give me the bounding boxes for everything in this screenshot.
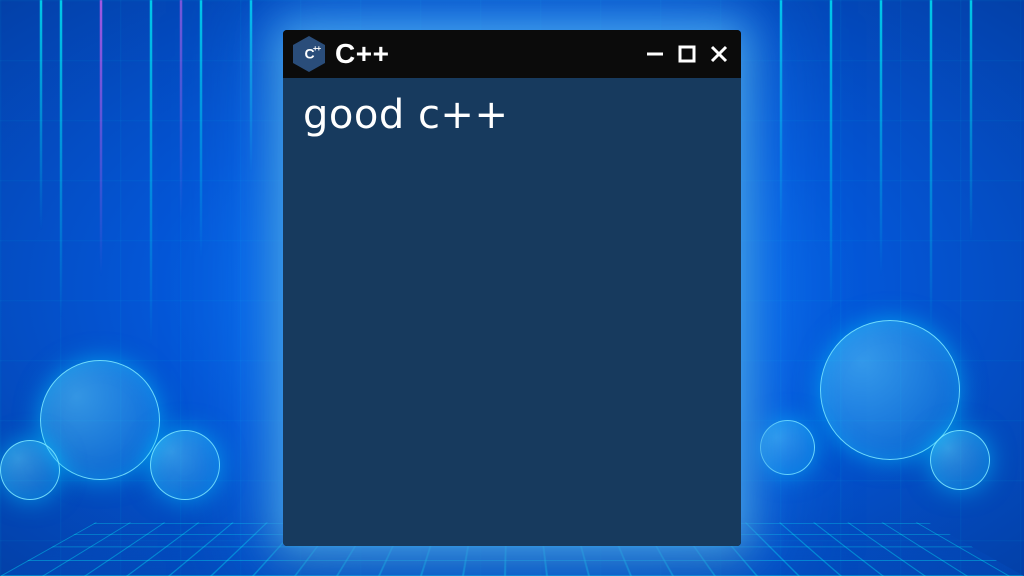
window-controls	[643, 42, 731, 66]
minimize-icon	[645, 44, 665, 64]
console-output-area: good c++	[283, 78, 741, 546]
window-title: C++	[335, 38, 633, 70]
close-icon	[709, 44, 729, 64]
cpp-logo-icon: C ++	[293, 36, 325, 72]
close-button[interactable]	[707, 42, 731, 66]
console-text: good c++	[303, 92, 721, 138]
titlebar[interactable]: C ++ C++	[283, 30, 741, 78]
maximize-button[interactable]	[675, 42, 699, 66]
app-window: C ++ C++ good c++	[283, 30, 741, 546]
minimize-button[interactable]	[643, 42, 667, 66]
maximize-icon	[677, 44, 697, 64]
